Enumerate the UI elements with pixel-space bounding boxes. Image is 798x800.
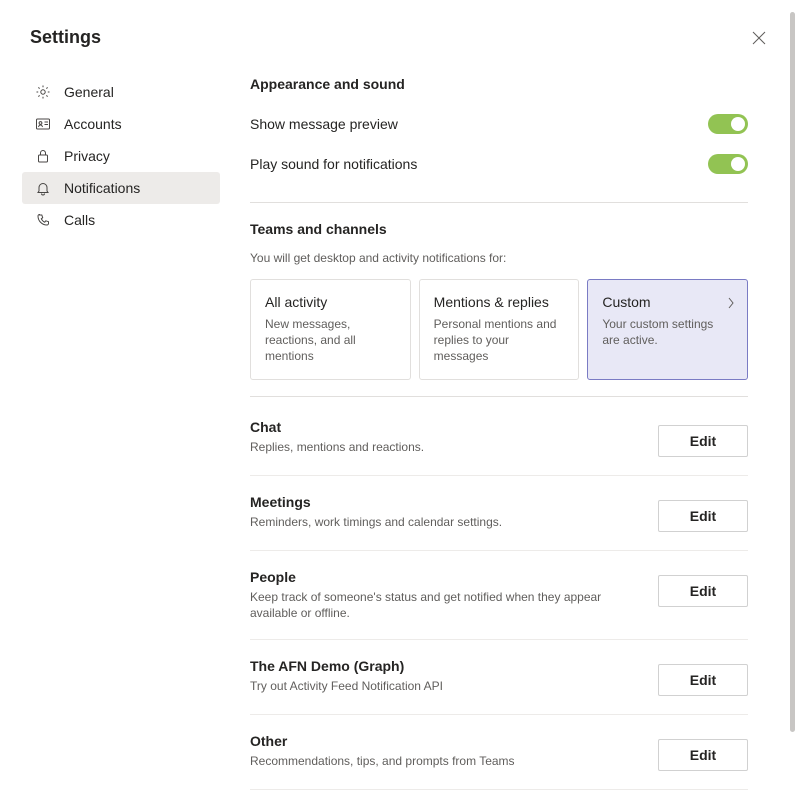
sidebar-item-privacy[interactable]: Privacy — [22, 140, 220, 172]
preview-toggle[interactable] — [708, 114, 748, 134]
sidebar-item-label: Calls — [64, 212, 95, 228]
gear-icon — [34, 83, 52, 101]
people-title: People — [250, 569, 642, 585]
page-title: Settings — [30, 27, 101, 48]
sidebar-item-notifications[interactable]: Notifications — [22, 172, 220, 204]
card-custom[interactable]: Custom Your custom settings are active. — [587, 279, 748, 380]
main-content: Appearance and sound Show message previe… — [220, 66, 798, 796]
sidebar-item-label: Privacy — [64, 148, 110, 164]
meetings-title: Meetings — [250, 494, 642, 510]
chat-edit-button[interactable]: Edit — [658, 425, 748, 457]
teams-desc: You will get desktop and activity notifi… — [250, 251, 748, 265]
people-desc: Keep track of someone's status and get n… — [250, 589, 642, 621]
chat-desc: Replies, mentions and reactions. — [250, 439, 642, 455]
card-desc: New messages, reactions, and all mention… — [265, 316, 396, 365]
afn-title: The AFN Demo (Graph) — [250, 658, 642, 674]
afn-desc: Try out Activity Feed Notification API — [250, 678, 642, 694]
preview-label: Show message preview — [250, 116, 398, 132]
sound-toggle[interactable] — [708, 154, 748, 174]
other-desc: Recommendations, tips, and prompts from … — [250, 753, 642, 769]
card-title: All activity — [265, 294, 396, 310]
card-mentions-replies[interactable]: Mentions & replies Personal mentions and… — [419, 279, 580, 380]
sidebar-item-general[interactable]: General — [22, 76, 220, 108]
people-edit-button[interactable]: Edit — [658, 575, 748, 607]
divider — [250, 550, 748, 551]
divider — [250, 202, 748, 203]
appearance-title: Appearance and sound — [250, 76, 748, 92]
chat-title: Chat — [250, 419, 642, 435]
divider — [250, 789, 748, 790]
other-title: Other — [250, 733, 642, 749]
card-desc: Personal mentions and replies to your me… — [434, 316, 565, 365]
divider — [250, 714, 748, 715]
divider — [250, 396, 748, 397]
close-button[interactable] — [750, 29, 768, 47]
sound-label: Play sound for notifications — [250, 156, 417, 172]
meetings-desc: Reminders, work timings and calendar set… — [250, 514, 642, 530]
sidebar: General Accounts Privacy Notifications C… — [22, 66, 220, 796]
sidebar-item-label: General — [64, 84, 114, 100]
scrollbar[interactable] — [790, 12, 795, 732]
afn-edit-button[interactable]: Edit — [658, 664, 748, 696]
meetings-edit-button[interactable]: Edit — [658, 500, 748, 532]
sidebar-item-accounts[interactable]: Accounts — [22, 108, 220, 140]
sidebar-item-calls[interactable]: Calls — [22, 204, 220, 236]
other-edit-button[interactable]: Edit — [658, 739, 748, 771]
teams-title: Teams and channels — [250, 221, 748, 237]
divider — [250, 475, 748, 476]
sidebar-item-label: Notifications — [64, 180, 140, 196]
card-title: Mentions & replies — [434, 294, 565, 310]
divider — [250, 639, 748, 640]
chevron-right-icon — [727, 296, 735, 312]
phone-icon — [34, 211, 52, 229]
card-desc: Your custom settings are active. — [602, 316, 733, 348]
sidebar-item-label: Accounts — [64, 116, 122, 132]
id-icon — [34, 115, 52, 133]
lock-icon — [34, 147, 52, 165]
close-icon — [752, 31, 766, 45]
card-title: Custom — [602, 294, 733, 310]
bell-icon — [34, 179, 52, 197]
card-all-activity[interactable]: All activity New messages, reactions, an… — [250, 279, 411, 380]
